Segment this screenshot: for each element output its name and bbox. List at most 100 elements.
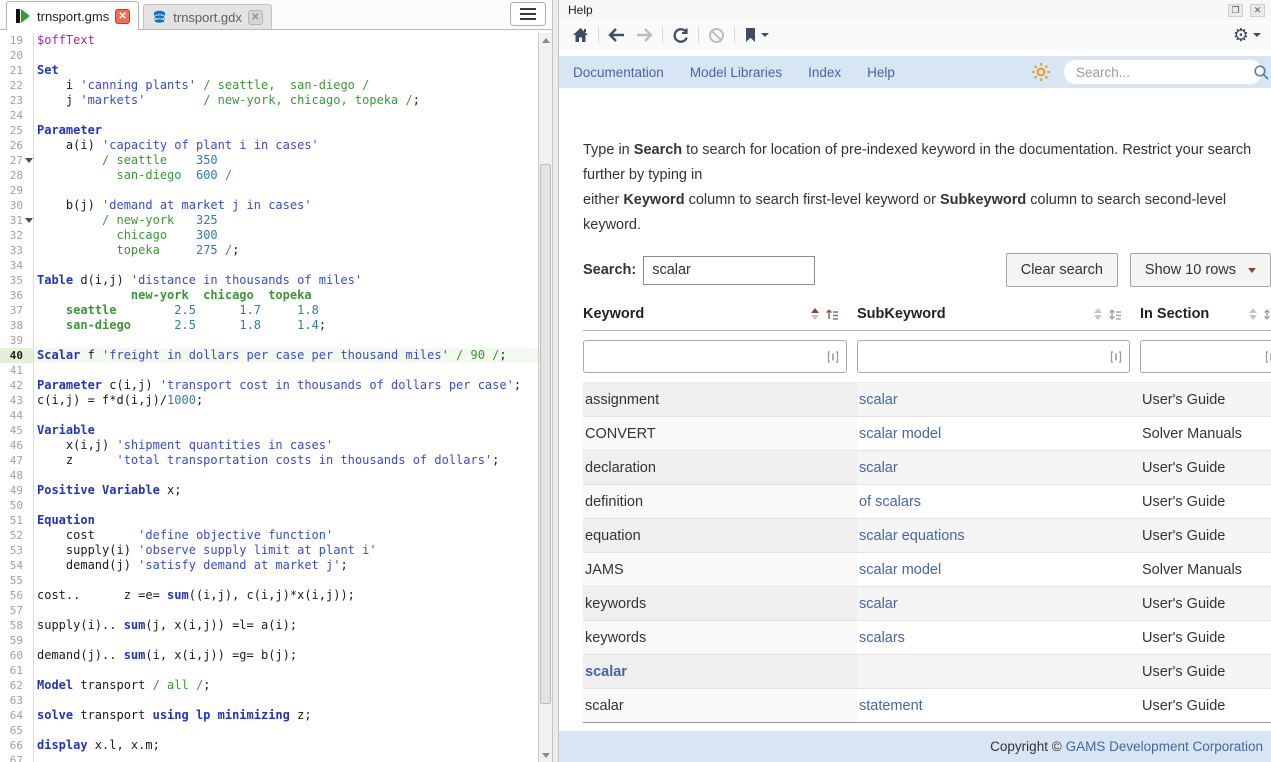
subkeyword-filter-input[interactable] bbox=[857, 340, 1130, 373]
code-line[interactable]: 61 bbox=[0, 663, 538, 678]
subkeyword-cell[interactable]: of scalars bbox=[857, 485, 1140, 519]
code-line[interactable]: 49Positive Variable x; bbox=[0, 483, 538, 498]
code-line[interactable]: 57 bbox=[0, 603, 538, 618]
code-line[interactable]: 35Table d(i,j) 'distance in thousands of… bbox=[0, 273, 538, 288]
code-line[interactable]: 67 bbox=[0, 753, 538, 762]
code-line[interactable]: 26 a(i) 'capacity of plant i in cases' bbox=[0, 138, 538, 153]
code-line[interactable]: 37 seattle 2.5 1.7 1.8 bbox=[0, 303, 538, 318]
code-line[interactable]: 46 x(i,j) 'shipment quantities in cases' bbox=[0, 438, 538, 453]
bookmark-icon[interactable] bbox=[744, 27, 769, 43]
sort-arrows-icon[interactable] bbox=[811, 308, 819, 320]
subkeyword-cell[interactable]: scalars bbox=[857, 621, 1140, 655]
subkeyword-cell[interactable]: scalar model bbox=[857, 417, 1140, 451]
code-line[interactable]: 25Parameter bbox=[0, 123, 538, 138]
float-icon[interactable]: ❐ bbox=[1228, 4, 1243, 17]
close-tab-icon[interactable]: ✕ bbox=[115, 9, 130, 24]
scrollbar-thumb[interactable] bbox=[540, 164, 551, 703]
nav-index[interactable]: Index bbox=[808, 65, 841, 80]
close-icon[interactable]: ✕ bbox=[1250, 4, 1265, 17]
scroll-down-icon[interactable] bbox=[539, 748, 552, 762]
code-line[interactable]: 36 new-york chicago topeka bbox=[0, 288, 538, 303]
subkeyword-cell[interactable]: scalar bbox=[857, 383, 1140, 417]
nav-documentation[interactable]: Documentation bbox=[573, 65, 664, 80]
keyword-cell[interactable]: scalar bbox=[583, 655, 857, 689]
code-line[interactable]: 47 z 'total transportation costs in thou… bbox=[0, 453, 538, 468]
show-rows-dropdown[interactable]: Show 10 rows bbox=[1130, 253, 1271, 287]
code-line[interactable]: 21Set bbox=[0, 63, 538, 78]
code-line[interactable]: 34 bbox=[0, 258, 538, 273]
subkeyword-cell[interactable]: scalar bbox=[857, 587, 1140, 621]
code-line[interactable]: 43c(i,j) = f*d(i,j)/1000; bbox=[0, 393, 538, 408]
insection-filter-input[interactable] bbox=[1140, 340, 1271, 373]
code-line[interactable]: 64solve transport using lp minimizing z; bbox=[0, 708, 538, 723]
sun-icon[interactable] bbox=[1031, 62, 1051, 82]
code-line[interactable]: 24 bbox=[0, 108, 538, 123]
subkeyword-cell[interactable]: scalar equations bbox=[857, 519, 1140, 553]
code-line[interactable]: 54 demand(j) 'satisfy demand at market j… bbox=[0, 558, 538, 573]
doc-search-input[interactable] bbox=[1076, 65, 1253, 80]
close-tab-icon[interactable]: ✕ bbox=[248, 10, 263, 25]
sort-arrows-icon[interactable] bbox=[1094, 308, 1102, 320]
tab-trnsport-gms[interactable]: trnsport.gms ✕ bbox=[6, 1, 139, 30]
subkeyword-cell[interactable]: statement bbox=[857, 689, 1140, 723]
code-line[interactable]: 40Scalar f 'freight in dollars per case … bbox=[0, 348, 538, 363]
code-line[interactable]: 22 i 'canning plants' / seattle, san-die… bbox=[0, 78, 538, 93]
code-line[interactable]: 63 bbox=[0, 693, 538, 708]
editor-scrollbar[interactable] bbox=[538, 33, 552, 762]
magnifier-icon[interactable] bbox=[1253, 64, 1270, 81]
back-icon[interactable] bbox=[608, 28, 626, 42]
code-editor[interactable]: 19$offText2021Set22 i 'canning plants' /… bbox=[0, 30, 552, 762]
nav-model-libraries[interactable]: Model Libraries bbox=[690, 65, 782, 80]
gear-icon[interactable]: ⚙ bbox=[1233, 26, 1261, 44]
pane-splitter[interactable] bbox=[552, 0, 559, 762]
sort-arrows-icon[interactable] bbox=[1249, 308, 1257, 320]
keyword-search-input[interactable] bbox=[643, 256, 815, 285]
fold-marker-icon[interactable] bbox=[25, 158, 33, 163]
sort-order-icon[interactable] bbox=[1263, 308, 1271, 321]
code-line[interactable]: 20 bbox=[0, 48, 538, 63]
code-line[interactable]: 32 chicago 300 bbox=[0, 228, 538, 243]
code-line[interactable]: 38 san-diego 2.5 1.8 1.4; bbox=[0, 318, 538, 333]
keyword-filter-input[interactable] bbox=[583, 340, 847, 373]
refresh-icon[interactable] bbox=[672, 27, 689, 44]
code-line[interactable]: 65 bbox=[0, 723, 538, 738]
column-header-subkeyword[interactable]: SubKeyword bbox=[857, 304, 1140, 331]
code-line[interactable]: 44 bbox=[0, 408, 538, 423]
column-header-keyword[interactable]: Keyword bbox=[583, 304, 857, 331]
fold-marker-icon[interactable] bbox=[25, 218, 33, 223]
doc-search-box[interactable] bbox=[1063, 59, 1263, 85]
code-line[interactable]: 56cost.. z =e= sum((i,j), c(i,j)*x(i,j))… bbox=[0, 588, 538, 603]
code-line[interactable]: 50 bbox=[0, 498, 538, 513]
code-line[interactable]: 28 san-diego 600 / bbox=[0, 168, 538, 183]
code-line[interactable]: 29 bbox=[0, 183, 538, 198]
code-line[interactable]: 51Equation bbox=[0, 513, 538, 528]
gams-corporation-link[interactable]: GAMS Development Corporation bbox=[1066, 739, 1263, 754]
code-line[interactable]: 42Parameter c(i,j) 'transport cost in th… bbox=[0, 378, 538, 393]
sort-order-icon[interactable] bbox=[825, 308, 839, 321]
code-line[interactable]: 66display x.l, x.m; bbox=[0, 738, 538, 753]
code-line[interactable]: 55 bbox=[0, 573, 538, 588]
scroll-up-icon[interactable] bbox=[539, 33, 552, 47]
hamburger-menu-icon[interactable] bbox=[510, 2, 546, 26]
code-line[interactable]: 62Model transport / all /; bbox=[0, 678, 538, 693]
code-line[interactable]: 31 / new-york 325 bbox=[0, 213, 538, 228]
code-line[interactable]: 23 j 'markets' / new-york, chicago, tope… bbox=[0, 93, 538, 108]
nav-help[interactable]: Help bbox=[867, 65, 895, 80]
forward-icon[interactable] bbox=[635, 28, 653, 42]
tab-trnsport-gdx[interactable]: trnsport.gdx ✕ bbox=[143, 4, 272, 29]
code-line[interactable]: 41 bbox=[0, 363, 538, 378]
code-line[interactable]: 39 bbox=[0, 333, 538, 348]
code-line[interactable]: 19$offText bbox=[0, 33, 538, 48]
sort-order-icon[interactable] bbox=[1108, 308, 1122, 321]
code-line[interactable]: 52 cost 'define objective function' bbox=[0, 528, 538, 543]
column-header-insection[interactable]: In Section bbox=[1140, 304, 1271, 331]
code-line[interactable]: 53 supply(i) 'observe supply limit at pl… bbox=[0, 543, 538, 558]
code-line[interactable]: 33 topeka 275 /; bbox=[0, 243, 538, 258]
subkeyword-cell[interactable]: scalar model bbox=[857, 553, 1140, 587]
subkeyword-cell[interactable]: scalar bbox=[857, 451, 1140, 485]
clear-search-button[interactable]: Clear search bbox=[1006, 253, 1118, 287]
code-lines[interactable]: 19$offText2021Set22 i 'canning plants' /… bbox=[0, 33, 538, 762]
home-icon[interactable] bbox=[572, 27, 589, 43]
block-icon[interactable] bbox=[708, 27, 725, 44]
code-line[interactable]: 48 bbox=[0, 468, 538, 483]
